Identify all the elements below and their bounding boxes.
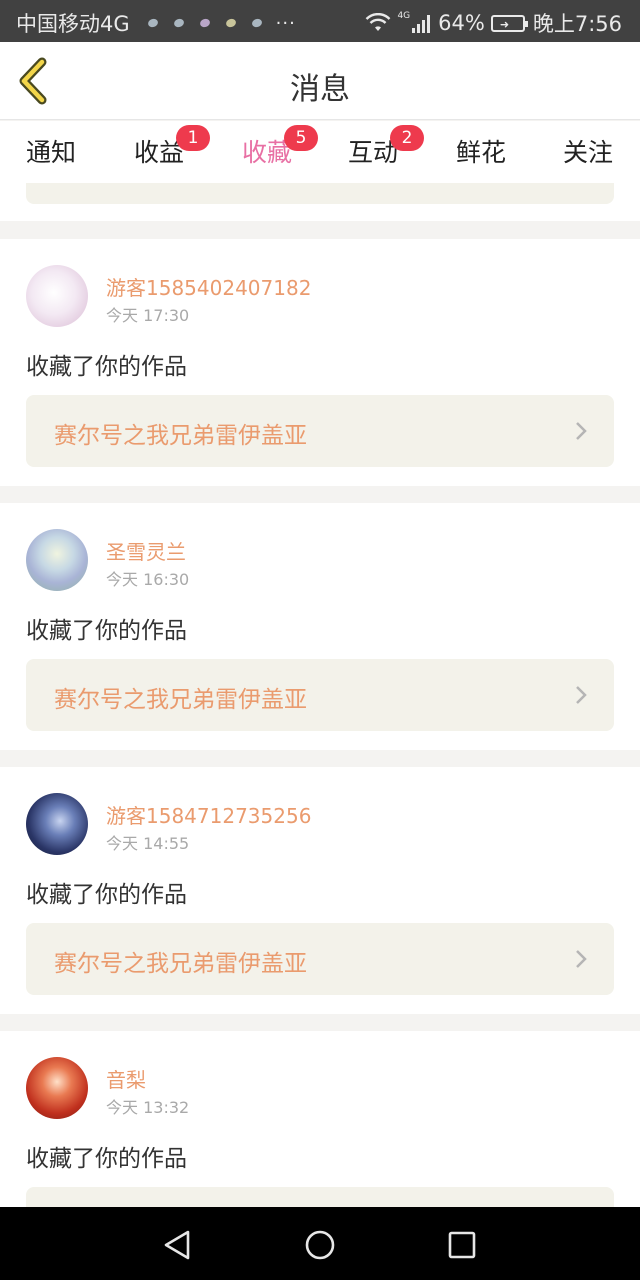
page-title: 消息 — [290, 72, 350, 107]
user-avatar[interactable] — [26, 529, 88, 591]
more-notifications-icon: ··· — [275, 12, 296, 34]
user-name[interactable]: 音梨 — [106, 1064, 146, 1093]
carrier-label: 中国移动4G — [16, 12, 130, 36]
work-title: 赛尔号之我兄弟雷伊盖亚 — [54, 687, 307, 713]
work-link[interactable]: 赛尔号之我兄弟雷伊盖亚 — [26, 659, 614, 731]
work-title: 赛尔号之我兄弟雷伊盖亚 — [54, 423, 307, 449]
chevron-right-icon — [576, 950, 587, 968]
wifi-icon — [366, 13, 391, 31]
user-name[interactable]: 游客1585402407182 — [106, 272, 311, 301]
work-link[interactable]: 赛尔号之我兄弟雷伊盖亚 — [26, 395, 614, 467]
unread-badge: 5 — [284, 125, 318, 151]
clock: 晚上7:56 — [532, 12, 622, 36]
system-nav-bar — [0, 1207, 640, 1280]
tab-interaction[interactable]: 互动 2 — [318, 125, 428, 169]
notification-time: 今天 16:30 — [106, 570, 190, 589]
tab-follow[interactable]: 关注 — [533, 133, 640, 169]
action-text: 收藏了你的作品 — [26, 1146, 187, 1172]
nav-bar: 消息 — [0, 42, 640, 120]
notification-icons — [140, 17, 270, 29]
action-text: 收藏了你的作品 — [26, 882, 187, 908]
tab-label: 关注 — [562, 138, 613, 167]
notification-card: 游客1585402407182 今天 17:30 收藏了你的作品 赛尔号之我兄弟… — [0, 239, 640, 486]
notification-card: 游客1584712735256 今天 14:55 收藏了你的作品 赛尔号之我兄弟… — [0, 767, 640, 1014]
work-link[interactable]: 赛尔号之我兄弟雷伊盖亚 — [26, 923, 614, 995]
notification-card-partial — [0, 183, 640, 221]
app-notification-icon — [198, 17, 211, 29]
work-title: 赛尔号之我兄弟雷伊盖亚 — [54, 951, 307, 977]
home-circle-icon[interactable] — [300, 1225, 340, 1265]
unread-badge: 1 — [176, 125, 210, 151]
tab-notice[interactable]: 通知 — [0, 133, 106, 169]
work-link-partial[interactable] — [26, 183, 614, 204]
notification-time: 今天 14:55 — [106, 834, 190, 853]
unread-badge: 2 — [390, 125, 424, 151]
tab-earnings[interactable]: 收益 1 — [104, 125, 214, 169]
battery-icon: ➜ — [490, 14, 528, 32]
user-name[interactable]: 圣雪灵兰 — [106, 536, 186, 565]
battery-percent: 64% — [438, 11, 485, 35]
tab-flowers[interactable]: 鲜花 — [426, 133, 536, 169]
app-notification-icon — [172, 17, 185, 29]
action-text: 收藏了你的作品 — [26, 354, 187, 380]
notification-card: 圣雪灵兰 今天 16:30 收藏了你的作品 赛尔号之我兄弟雷伊盖亚 — [0, 503, 640, 750]
tab-favorites[interactable]: 收藏 5 — [212, 125, 322, 187]
tab-label: 通知 — [25, 138, 76, 167]
chevron-right-icon — [576, 422, 587, 440]
app-notification-icon — [224, 17, 237, 29]
app-notification-icon — [250, 17, 263, 29]
tab-label: 鲜花 — [455, 138, 506, 167]
action-text: 收藏了你的作品 — [26, 618, 187, 644]
back-triangle-icon[interactable] — [158, 1225, 198, 1265]
signal-icon — [412, 13, 432, 33]
notification-list[interactable]: 游客1585402407182 今天 17:30 收藏了你的作品 赛尔号之我兄弟… — [0, 183, 640, 1207]
app-notification-icon — [146, 17, 159, 29]
user-avatar[interactable] — [26, 1057, 88, 1119]
recents-square-icon[interactable] — [442, 1225, 482, 1265]
chevron-right-icon — [576, 686, 587, 704]
user-name[interactable]: 游客1584712735256 — [106, 800, 311, 829]
tab-bar: 通知 收益 1 收藏 5 互动 2 鲜花 关注 — [0, 121, 640, 187]
notification-time: 今天 13:32 — [106, 1098, 190, 1117]
network-type: 4G — [397, 11, 411, 21]
user-avatar[interactable] — [26, 265, 88, 327]
status-bar: 中国移动4G ··· 4G 64% ➜ 晚上7:56 — [0, 0, 640, 42]
work-link[interactable] — [26, 1187, 614, 1207]
user-avatar[interactable] — [26, 793, 88, 855]
notification-time: 今天 17:30 — [106, 306, 190, 325]
notification-card: 音梨 今天 13:32 收藏了你的作品 — [0, 1031, 640, 1207]
